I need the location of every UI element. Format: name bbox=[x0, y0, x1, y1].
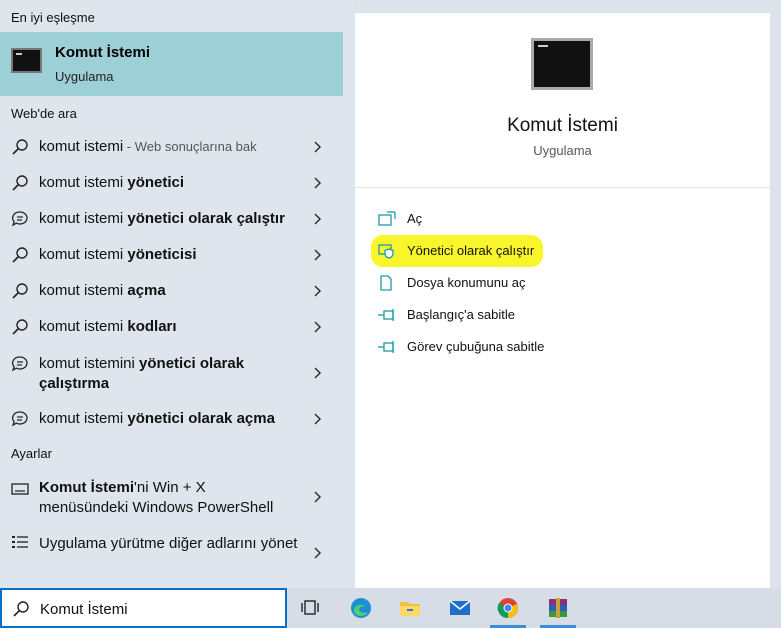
web-result-text: komut istemi yönetici olarak çalıştır bbox=[39, 210, 285, 227]
task-view-icon bbox=[301, 600, 319, 615]
action-label: Yönetici olarak çalıştır bbox=[407, 243, 535, 258]
command-prompt-icon bbox=[531, 38, 593, 90]
web-result-item[interactable]: komut istemi yönetici olarak açma bbox=[0, 401, 343, 437]
web-result-item[interactable]: komut istemi açma bbox=[0, 273, 343, 309]
chat-icon bbox=[11, 356, 28, 372]
pin-icon bbox=[378, 309, 394, 321]
edge-button[interactable] bbox=[341, 588, 381, 628]
action-label: Aç bbox=[407, 211, 423, 226]
chat-icon bbox=[11, 211, 28, 227]
chevron-right-icon[interactable] bbox=[312, 209, 324, 229]
file-explorer-button[interactable] bbox=[390, 588, 430, 628]
task-view-button[interactable] bbox=[291, 588, 331, 628]
settings-result-item[interactable]: Uygulama yürütme diğer adlarını yönet bbox=[0, 530, 343, 576]
chevron-right-icon[interactable] bbox=[312, 281, 324, 301]
search-icon bbox=[13, 601, 29, 617]
winrar-icon bbox=[549, 598, 567, 618]
taskbar: Komut İstemi bbox=[0, 588, 781, 628]
web-result-text: komut istemi kodları bbox=[39, 318, 177, 335]
chat-icon bbox=[11, 411, 28, 427]
search-icon bbox=[12, 139, 28, 155]
mail-button[interactable] bbox=[440, 588, 480, 628]
pin-icon bbox=[378, 341, 394, 353]
app-title: Komut İstemi bbox=[507, 115, 618, 136]
web-result-text: komut istemi yönetici bbox=[39, 174, 185, 191]
action-pin-to-start[interactable]: Başlangıç'a sabitle bbox=[377, 301, 757, 329]
mail-icon bbox=[449, 600, 471, 615]
action-open[interactable]: Aç bbox=[377, 205, 757, 233]
open-icon bbox=[378, 211, 396, 226]
settings-heading: Ayarlar bbox=[11, 446, 52, 461]
chrome-button[interactable] bbox=[488, 588, 528, 628]
best-match-item[interactable]: Komut İstemi Uygulama bbox=[0, 32, 343, 96]
settings-result-item[interactable]: Komut İstemi'ni Win + X menüsündeki Wind… bbox=[0, 474, 343, 520]
winrar-button[interactable] bbox=[538, 588, 578, 628]
divider bbox=[355, 187, 770, 188]
shield-icon bbox=[378, 244, 394, 259]
edge-icon bbox=[351, 598, 371, 618]
file-location-icon bbox=[380, 275, 392, 291]
action-label: Dosya konumunu aç bbox=[407, 275, 526, 290]
web-result-item[interactable]: komut istemi yöneticisi bbox=[0, 237, 343, 273]
search-icon bbox=[12, 319, 28, 335]
web-result-text: komut istemi - Web sonuçlarına bak bbox=[39, 138, 257, 155]
web-result-item[interactable]: komut istemi - Web sonuçlarına bak bbox=[0, 129, 343, 165]
chevron-right-icon[interactable] bbox=[312, 409, 324, 429]
chevron-right-icon[interactable] bbox=[312, 317, 324, 337]
chevron-right-icon[interactable] bbox=[312, 487, 324, 507]
settings-result-text: Uygulama yürütme diğer adlarını yönet bbox=[39, 535, 298, 552]
settings-result-text: Komut İstemi'ni Win + X menüsündeki Wind… bbox=[39, 479, 274, 516]
web-result-text: komut istemi açma bbox=[39, 282, 166, 299]
chevron-right-icon[interactable] bbox=[312, 245, 324, 265]
folder-icon bbox=[400, 602, 420, 616]
keyboard-icon bbox=[11, 483, 29, 495]
search-icon bbox=[12, 283, 28, 299]
search-icon bbox=[12, 247, 28, 263]
web-result-text: komut istemini yönetici olarak çalıştırm… bbox=[39, 355, 245, 392]
list-icon bbox=[12, 536, 28, 548]
chrome-icon bbox=[497, 598, 518, 619]
best-match-subtitle: Uygulama bbox=[55, 69, 114, 84]
action-label: Başlangıç'a sabitle bbox=[407, 307, 515, 322]
chevron-right-icon[interactable] bbox=[312, 543, 324, 563]
search-icon bbox=[12, 175, 28, 191]
taskbar-search-box[interactable]: Komut İstemi bbox=[0, 588, 287, 628]
chevron-right-icon[interactable] bbox=[312, 137, 324, 157]
web-result-item[interactable]: komut istemini yönetici olarak çalıştırm… bbox=[0, 350, 343, 396]
web-result-item[interactable]: komut istemi kodları bbox=[0, 309, 343, 345]
chevron-right-icon[interactable] bbox=[312, 363, 324, 383]
app-preview-panel: Komut İstemi Uygulama Aç Yönetici olarak… bbox=[355, 13, 770, 588]
action-pin-to-taskbar[interactable]: Görev çubuğuna sabitle bbox=[377, 333, 757, 361]
action-label: Görev çubuğuna sabitle bbox=[407, 339, 545, 354]
chevron-right-icon[interactable] bbox=[312, 173, 324, 193]
web-result-item[interactable]: komut istemi yönetici olarak çalıştır bbox=[0, 201, 343, 237]
action-run-as-admin[interactable]: Yönetici olarak çalıştır bbox=[377, 237, 757, 265]
app-type: Uygulama bbox=[533, 143, 592, 158]
search-results-panel: En iyi eşleşme Komut İstemi Uygulama Web… bbox=[0, 0, 355, 588]
best-match-heading: En iyi eşleşme bbox=[11, 10, 95, 25]
search-input[interactable]: Komut İstemi bbox=[40, 601, 128, 618]
web-search-heading: Web'de ara bbox=[11, 106, 77, 121]
command-prompt-icon bbox=[11, 48, 42, 73]
best-match-title: Komut İstemi bbox=[55, 44, 151, 61]
web-result-item[interactable]: komut istemi yönetici bbox=[0, 165, 343, 201]
web-result-text: komut istemi yöneticisi bbox=[39, 246, 197, 263]
web-result-text: komut istemi yönetici olarak açma bbox=[39, 410, 275, 427]
action-open-file-location[interactable]: Dosya konumunu aç bbox=[377, 269, 757, 297]
